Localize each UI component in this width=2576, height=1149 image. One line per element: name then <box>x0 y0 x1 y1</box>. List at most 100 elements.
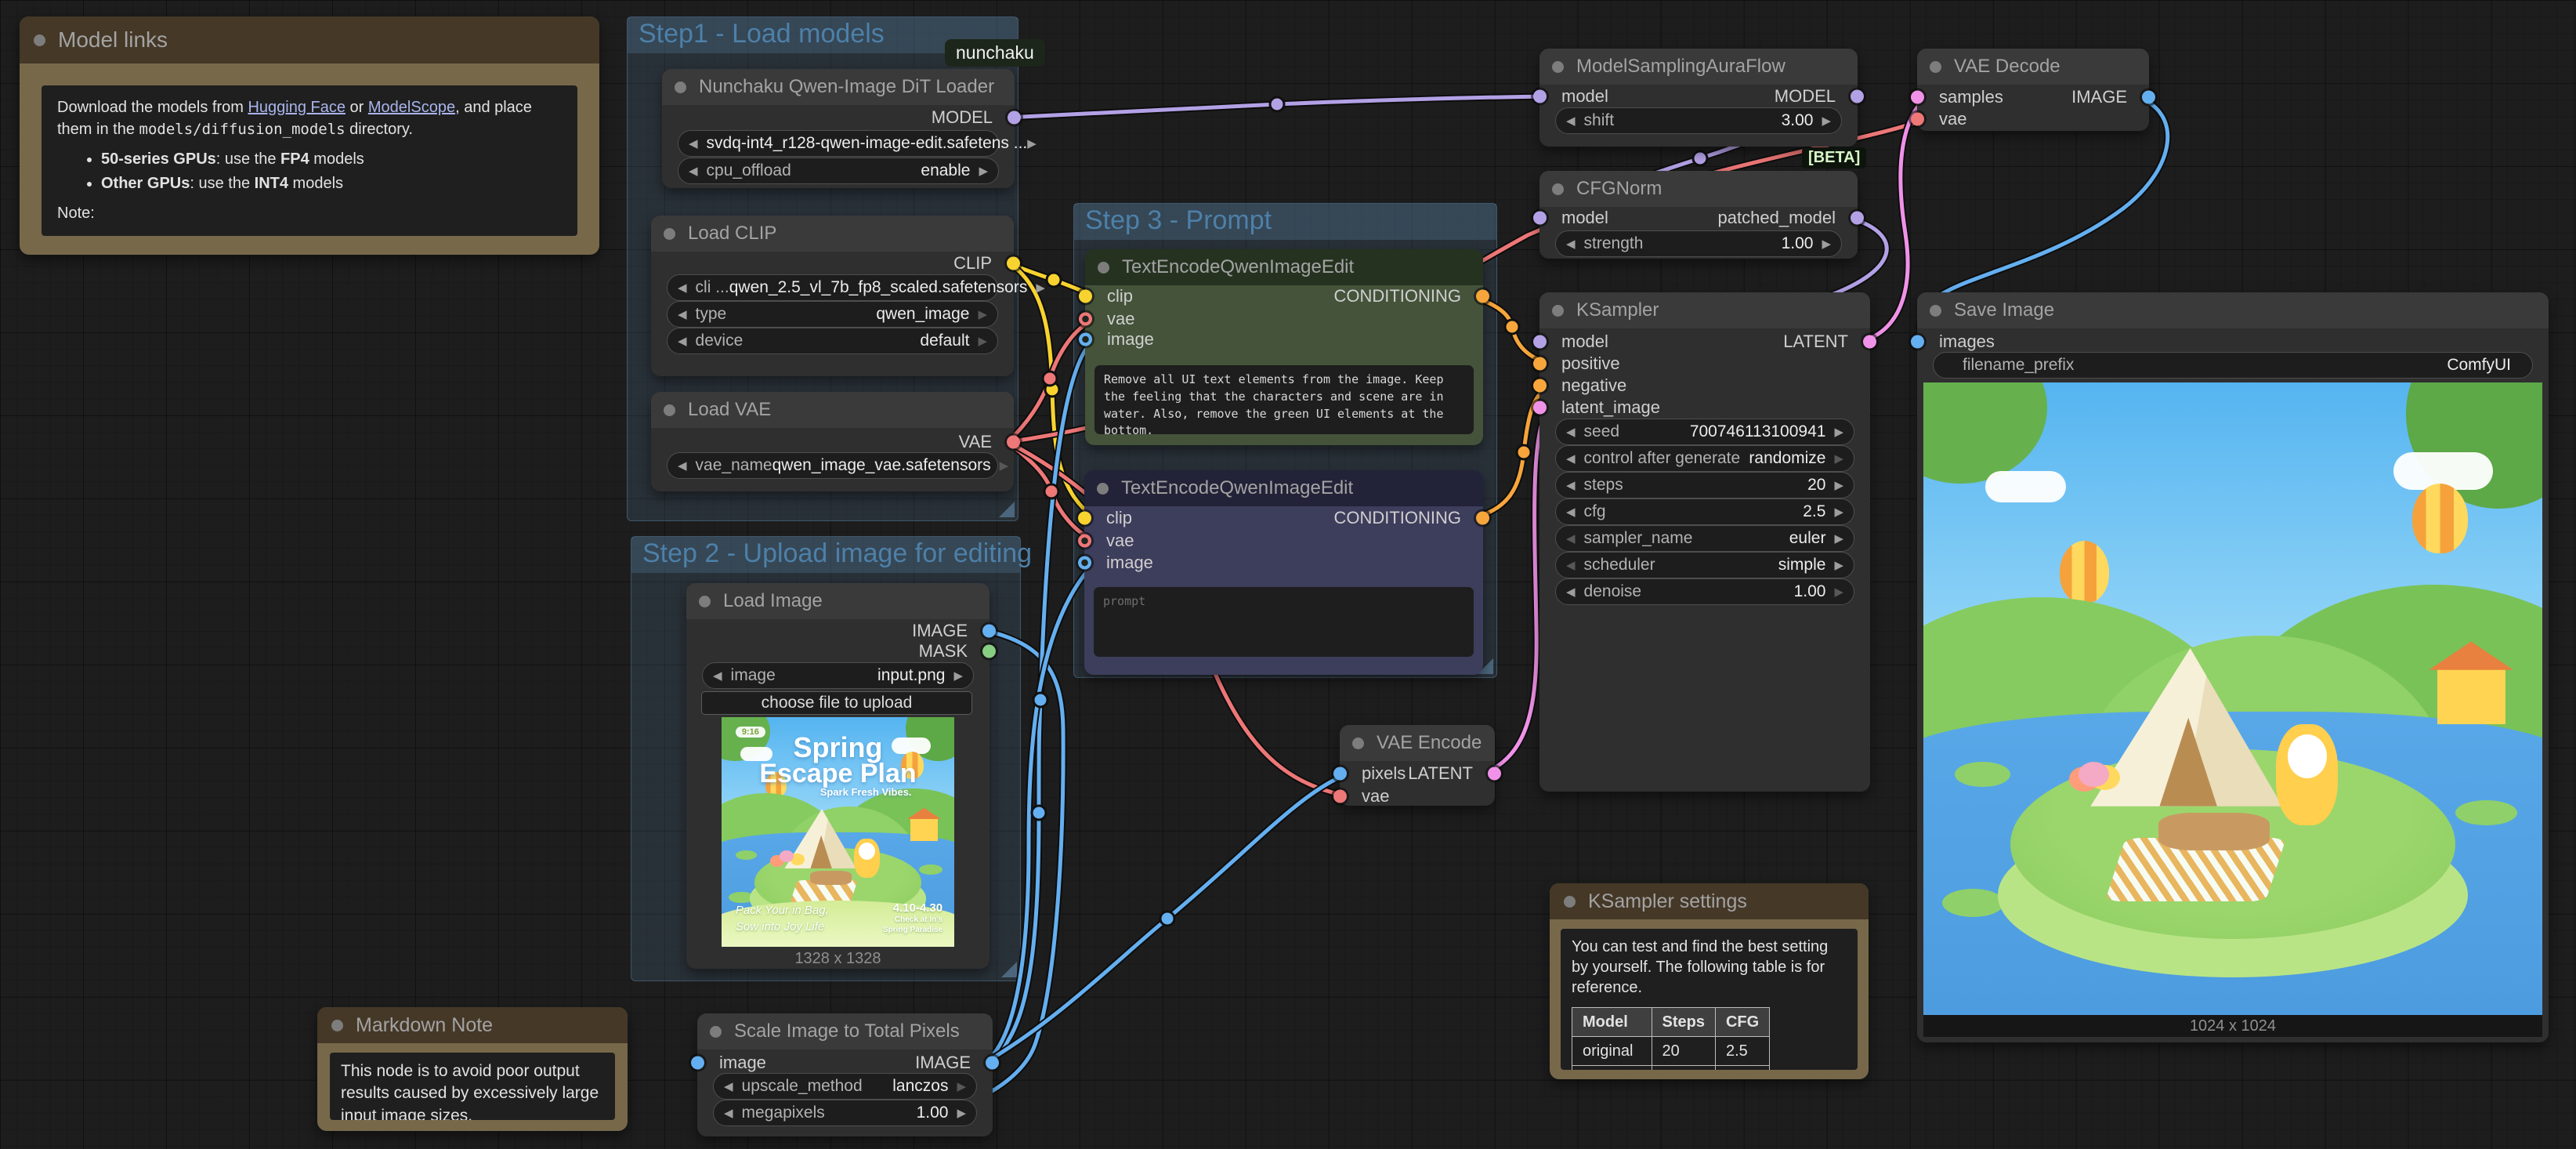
samples-input-dot[interactable] <box>1911 91 1924 104</box>
widget-upscale-method[interactable]: ◀upscale_methodlanczos▶ <box>713 1073 977 1100</box>
vae-input-dot[interactable] <box>1333 790 1347 803</box>
negative-prompt-textarea[interactable]: prompt <box>1094 587 1474 657</box>
vae-input-dot[interactable] <box>1078 535 1091 548</box>
collapse-dot[interactable] <box>1097 483 1109 495</box>
collapse-dot[interactable] <box>1552 183 1564 195</box>
node-vae-decode[interactable]: VAE Decode samples vae IMAGE <box>1917 49 2149 131</box>
widget-vae-name[interactable]: ◀vae_nameqwen_image_vae.safetensors▶ <box>667 452 998 479</box>
right-arrow-icon[interactable]: ▶ <box>1834 531 1843 546</box>
widget-image-file[interactable]: ◀imageinput.png▶ <box>702 662 974 689</box>
node-vae-encode[interactable]: VAE Encode pixels vae LATENT <box>1340 725 1495 806</box>
right-arrow-icon[interactable]: ▶ <box>1834 478 1843 492</box>
image-output-dot[interactable] <box>2142 91 2155 104</box>
right-arrow-icon[interactable]: ▶ <box>1822 237 1831 251</box>
node-ksampler[interactable]: KSampler model positive negative latent_… <box>1539 292 1870 792</box>
left-arrow-icon[interactable]: ◀ <box>1566 114 1576 128</box>
note-markdown[interactable]: Markdown Note This node is to avoid poor… <box>317 1007 628 1131</box>
node-header[interactable]: Load Image <box>686 583 990 619</box>
node-header[interactable]: Load VAE <box>651 392 1014 428</box>
choose-file-button[interactable]: choose file to upload <box>701 691 972 715</box>
widget-control-after-generate[interactable]: ◀control after generaterandomize▶ <box>1555 445 1854 472</box>
node-header[interactable]: TextEncodeQwenImageEdit <box>1085 249 1483 285</box>
model-input-dot[interactable] <box>1533 335 1547 349</box>
collapse-dot[interactable] <box>675 82 686 93</box>
left-arrow-icon[interactable]: ◀ <box>1566 451 1576 466</box>
right-arrow-icon[interactable]: ▶ <box>978 334 987 348</box>
right-arrow-icon[interactable]: ▶ <box>1834 585 1843 599</box>
right-arrow-icon[interactable]: ▶ <box>1834 451 1843 466</box>
left-arrow-icon[interactable]: ◀ <box>724 1106 733 1120</box>
clip-output-dot[interactable] <box>1007 257 1020 270</box>
widget-sampler-name[interactable]: ◀sampler_nameeuler▶ <box>1555 525 1854 552</box>
model-output-dot[interactable] <box>1851 90 1864 103</box>
right-arrow-icon[interactable]: ▶ <box>1036 281 1045 295</box>
widget-strength[interactable]: ◀strength1.00▶ <box>1555 230 1842 257</box>
node-header[interactable]: Nunchaku Qwen-Image DiT Loader <box>662 69 1015 105</box>
node-text-encode-negative[interactable]: TextEncodeQwenImageEdit clip vae image C… <box>1084 470 1483 675</box>
modelscope-link[interactable]: ModelScope <box>368 99 455 116</box>
node-model-sampling-auraflow[interactable]: ModelSamplingAuraFlow model MODEL ◀shift… <box>1539 49 1858 147</box>
node-scale-image-to-total-pixels[interactable]: Scale Image to Total Pixels image IMAGE … <box>697 1013 993 1136</box>
left-arrow-icon[interactable]: ◀ <box>713 669 722 683</box>
collapse-dot[interactable] <box>710 1026 722 1038</box>
clip-input-dot[interactable] <box>1079 290 1092 303</box>
right-arrow-icon[interactable]: ▶ <box>978 307 987 321</box>
node-cfgnorm[interactable]: CFGNorm model patched_model ◀strength1.0… <box>1539 171 1858 259</box>
widget-megapixels[interactable]: ◀megapixels1.00▶ <box>713 1100 977 1126</box>
left-arrow-icon[interactable]: ◀ <box>678 281 687 295</box>
widget-filename-prefix[interactable]: filename_prefixComfyUI <box>1933 352 2533 379</box>
pixels-input-dot[interactable] <box>1333 767 1347 781</box>
latent-output-dot[interactable] <box>1863 335 1876 349</box>
node-header[interactable]: Save Image <box>1917 292 2549 328</box>
node-load-vae[interactable]: Load VAE VAE ◀vae_nameqwen_image_vae.saf… <box>651 392 1014 491</box>
hugging-face-link[interactable]: Hugging Face <box>248 99 346 116</box>
left-arrow-icon[interactable]: ◀ <box>678 334 687 348</box>
image-input-dot[interactable] <box>1079 333 1092 346</box>
right-arrow-icon[interactable]: ▶ <box>953 669 963 683</box>
image-input-dot[interactable] <box>1078 556 1091 570</box>
right-arrow-icon[interactable]: ▶ <box>1834 505 1843 519</box>
conditioning-output-dot[interactable] <box>1476 290 1489 303</box>
node-load-image[interactable]: Load Image IMAGE MASK ◀imageinput.png▶ c… <box>686 583 990 969</box>
model-input-dot[interactable] <box>1533 90 1547 103</box>
collapse-dot[interactable] <box>1930 61 1941 73</box>
left-arrow-icon[interactable]: ◀ <box>1566 425 1576 439</box>
node-header[interactable]: VAE Decode <box>1917 49 2149 85</box>
collapse-dot[interactable] <box>1552 61 1564 73</box>
node-text-encode-positive[interactable]: TextEncodeQwenImageEdit clip vae image C… <box>1085 249 1483 445</box>
right-arrow-icon[interactable]: ▶ <box>1834 558 1843 572</box>
collapse-dot[interactable] <box>699 596 711 607</box>
widget-steps[interactable]: ◀steps20▶ <box>1555 472 1854 498</box>
widget-cfg[interactable]: ◀cfg2.5▶ <box>1555 498 1854 525</box>
node-header[interactable]: VAE Encode <box>1340 725 1495 761</box>
collapse-dot[interactable] <box>1098 262 1109 274</box>
left-arrow-icon[interactable]: ◀ <box>1566 558 1576 572</box>
mask-output-dot[interactable] <box>982 645 996 658</box>
node-load-clip[interactable]: Load CLIP CLIP ◀cli ...qwen_2.5_vl_7b_fp… <box>651 216 1014 376</box>
node-save-image[interactable]: Save Image images filename_prefixComfyUI <box>1917 292 2549 1042</box>
model-output-dot[interactable] <box>1008 111 1021 125</box>
collapse-dot[interactable] <box>1352 738 1364 749</box>
right-arrow-icon[interactable]: ▶ <box>957 1079 966 1093</box>
image-output-dot[interactable] <box>982 625 996 638</box>
note-ksampler-settings[interactable]: KSampler settings You can test and find … <box>1550 883 1869 1079</box>
widget-model-name[interactable]: ◀svdq-int4_r128-qwen-image-edit.safetens… <box>678 130 999 157</box>
clip-input-dot[interactable] <box>1078 512 1091 525</box>
widget-seed[interactable]: ◀seed700746113100941▶ <box>1555 419 1854 445</box>
left-arrow-icon[interactable]: ◀ <box>678 459 687 473</box>
node-header[interactable]: TextEncodeQwenImageEdit <box>1084 470 1483 506</box>
node-header[interactable]: CFGNorm <box>1539 171 1858 207</box>
widget-device[interactable]: ◀devicedefault▶ <box>667 328 998 354</box>
positive-prompt-textarea[interactable]: Remove all UI text elements from the ima… <box>1094 365 1474 434</box>
widget-scheduler[interactable]: ◀schedulersimple▶ <box>1555 552 1854 578</box>
vae-input-dot[interactable] <box>1911 113 1924 126</box>
left-arrow-icon[interactable]: ◀ <box>1566 478 1576 492</box>
collapse-dot[interactable] <box>664 228 675 240</box>
images-input-dot[interactable] <box>1911 335 1924 349</box>
collapse-dot[interactable] <box>1552 305 1564 317</box>
vae-input-dot[interactable] <box>1079 313 1092 326</box>
right-arrow-icon[interactable]: ▶ <box>1027 136 1037 150</box>
comfyui-canvas[interactable]: Step1 - Load models Step 2 - Upload imag… <box>0 0 2576 1149</box>
widget-clip-name[interactable]: ◀cli ...qwen_2.5_vl_7b_fp8_scaled.safete… <box>667 274 998 301</box>
left-arrow-icon[interactable]: ◀ <box>678 307 687 321</box>
